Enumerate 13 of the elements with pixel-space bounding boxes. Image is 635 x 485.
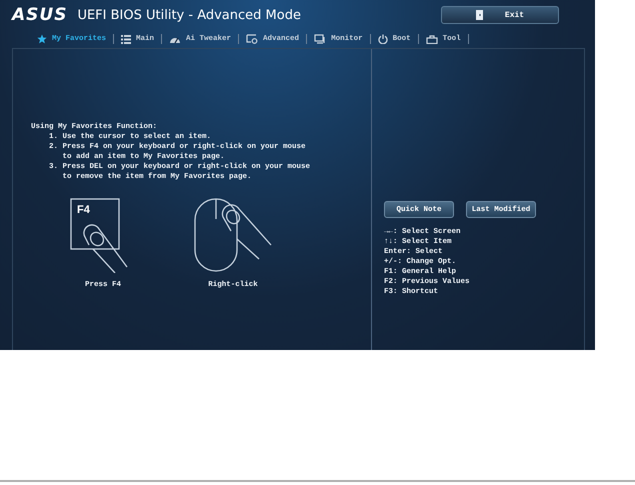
- finger-drawing: [83, 224, 128, 273]
- door-icon: [476, 10, 483, 20]
- power-icon: [378, 34, 388, 44]
- star-icon: [37, 34, 47, 44]
- toolbox-icon: [426, 34, 438, 44]
- key-label: F4: [77, 204, 90, 216]
- logo: ASUS: [12, 5, 68, 25]
- key-outline: [70, 198, 120, 250]
- window-title: UEFI BIOS Utility - Advanced Mode: [77, 8, 301, 22]
- exit-button[interactable]: Exit: [441, 6, 559, 24]
- monitor-icon: [314, 34, 326, 44]
- list-icon: [121, 34, 132, 44]
- chip-icon: [246, 34, 258, 44]
